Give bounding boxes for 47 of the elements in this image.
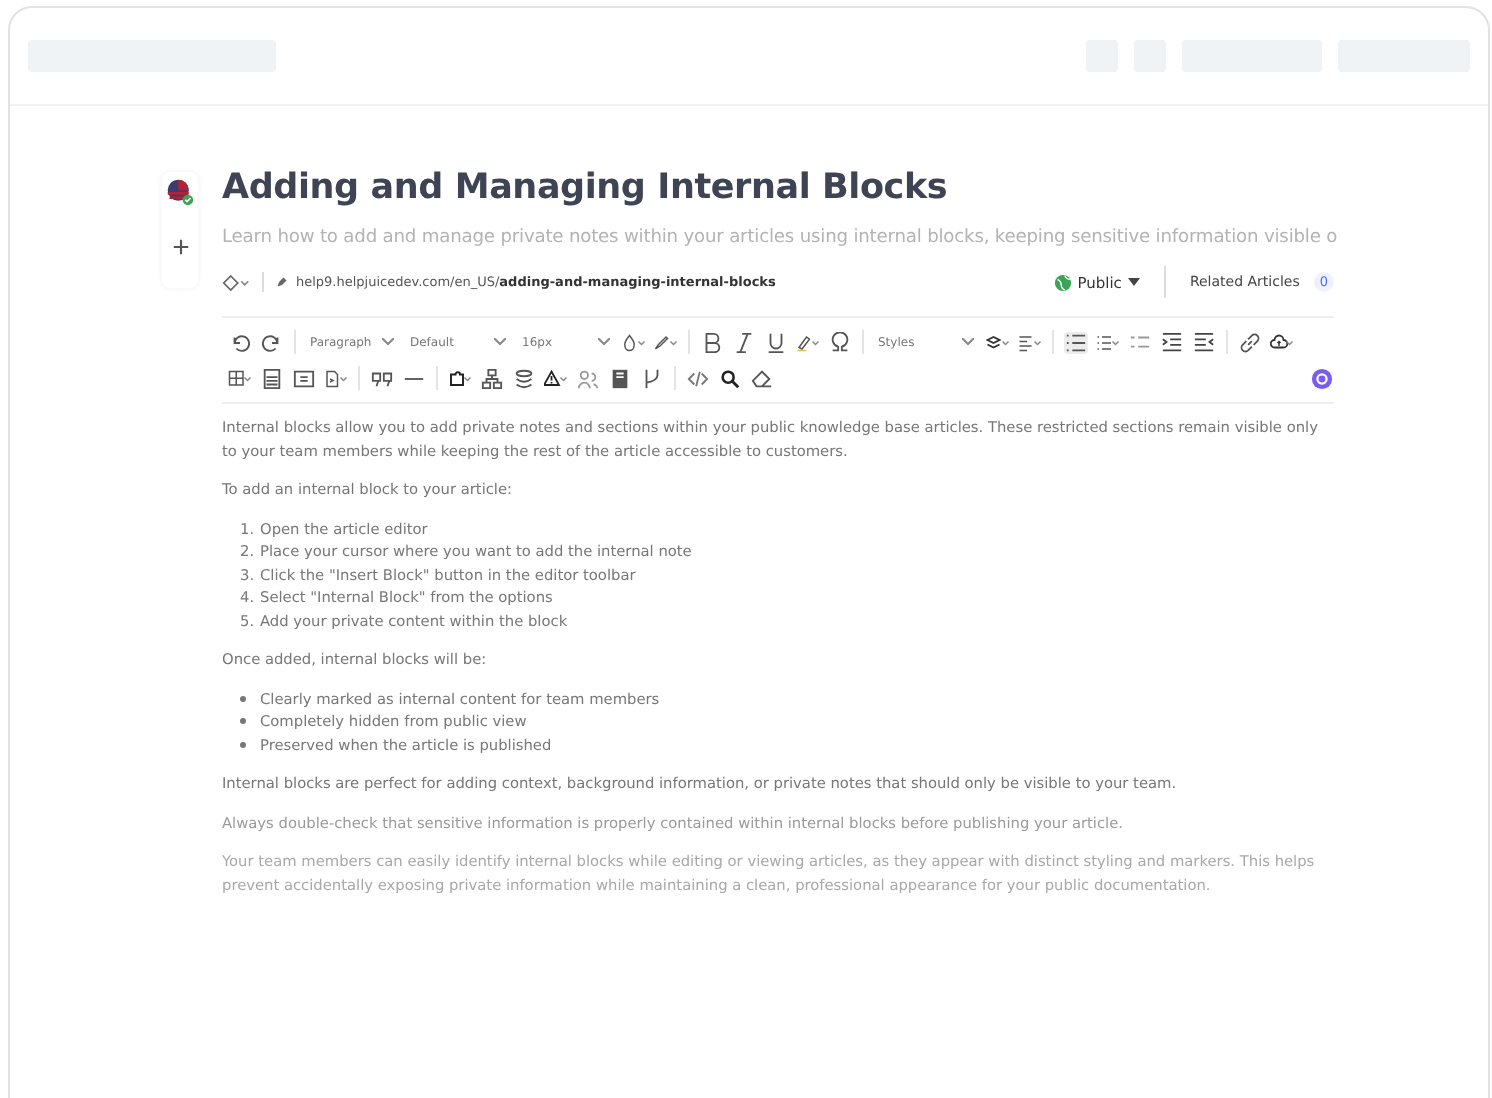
stack-icon[interactable] bbox=[512, 367, 536, 389]
globe-icon bbox=[1053, 273, 1072, 291]
bullet-icon bbox=[240, 741, 246, 748]
bold-icon[interactable] bbox=[700, 331, 724, 353]
add-button[interactable] bbox=[168, 234, 192, 258]
cloud-upload-icon[interactable] bbox=[1270, 331, 1294, 353]
undo-icon[interactable] bbox=[228, 331, 252, 353]
flag-icon[interactable] bbox=[166, 178, 194, 206]
chevron-icon bbox=[494, 338, 506, 346]
document-icon[interactable] bbox=[324, 367, 348, 389]
checklist-icon[interactable] bbox=[1128, 331, 1152, 353]
quote-icon[interactable] bbox=[370, 367, 394, 389]
italic-icon[interactable] bbox=[732, 331, 756, 353]
embed-icon[interactable] bbox=[292, 367, 316, 389]
branch-icon[interactable] bbox=[640, 367, 664, 389]
layers-icon[interactable] bbox=[986, 331, 1010, 353]
language-dropdown-icon[interactable] bbox=[222, 273, 250, 291]
brush-icon[interactable] bbox=[654, 331, 678, 353]
users-icon[interactable] bbox=[576, 367, 600, 389]
bullet-icon bbox=[240, 718, 246, 725]
article-title[interactable]: Adding and Managing Internal Blocks bbox=[222, 168, 1334, 208]
warning-icon[interactable] bbox=[544, 367, 568, 389]
bulleted-list-icon[interactable] bbox=[1064, 331, 1088, 353]
chevron-icon bbox=[598, 338, 610, 346]
chevron-icon bbox=[382, 338, 394, 346]
assistant-icon[interactable] bbox=[1310, 367, 1334, 389]
highlight-icon[interactable] bbox=[796, 331, 820, 353]
book-icon[interactable] bbox=[608, 367, 632, 389]
search-icon[interactable] bbox=[718, 367, 742, 389]
bullet-icon bbox=[240, 695, 246, 702]
numbered-list-icon[interactable] bbox=[1096, 331, 1120, 353]
table-icon[interactable] bbox=[228, 367, 252, 389]
eraser-icon[interactable] bbox=[750, 367, 774, 389]
outdent-icon[interactable] bbox=[1192, 331, 1216, 353]
caret-icon bbox=[1127, 278, 1140, 286]
hierarchy-icon[interactable] bbox=[480, 367, 504, 389]
drop-icon[interactable] bbox=[622, 331, 646, 353]
block-icon[interactable] bbox=[260, 367, 284, 389]
redo-icon[interactable] bbox=[260, 331, 284, 353]
link-icon[interactable] bbox=[1238, 331, 1262, 353]
code-icon[interactable] bbox=[686, 367, 710, 389]
align-left-icon[interactable] bbox=[1018, 331, 1042, 353]
indent-icon[interactable] bbox=[1160, 331, 1184, 353]
underline-icon[interactable] bbox=[764, 331, 788, 353]
omega-icon[interactable] bbox=[828, 331, 852, 353]
pencil-icon bbox=[276, 276, 288, 288]
chevron-icon bbox=[962, 338, 974, 346]
